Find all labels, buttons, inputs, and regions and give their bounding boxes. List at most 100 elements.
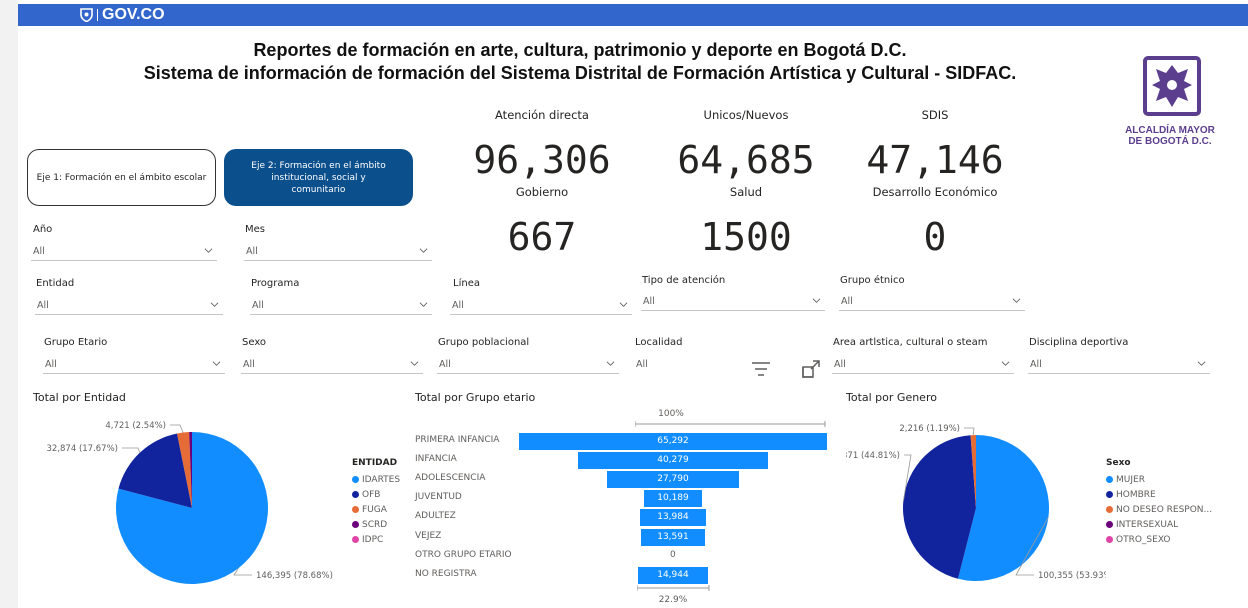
page-subtitle: Sistema de información de formación del … [143,63,1017,83]
filter-icon[interactable] [750,360,772,378]
funnel-row[interactable]: INFANCIA 40,279 [415,452,875,470]
funnel-row[interactable]: JUVENTUD 10,189 [415,490,875,508]
filter-mes-label: Mes [245,224,265,235]
legend-item[interactable]: OTRO_SEXO [1106,532,1212,547]
funnel-category-label: ADULTEZ [415,511,456,522]
funnel-top-pct: 100% [658,409,684,419]
filter-programa-value: All [252,300,264,311]
filter-tipo-label: Tipo de atención [642,275,726,286]
legend-item[interactable]: SCRD [352,517,400,532]
filter-linea-value: All [452,300,464,311]
filter-etario-select[interactable]: All [43,356,225,374]
legend-label: NO DESEO RESPON... [1116,504,1213,515]
filter-localidad-label: Localidad [635,337,683,348]
legend-item[interactable]: MUJER [1106,472,1212,487]
funnel-row[interactable]: OTRO GRUPO ETARIO 0 [415,548,875,566]
filter-etnico-label: Grupo étnico [840,275,905,286]
focus-mode-icon[interactable] [800,358,822,380]
filter-sexo-label: Sexo [242,337,267,348]
chevron-down-icon [210,302,219,307]
chevron-down-icon [606,361,615,366]
legend-item[interactable]: HOMBRE [1106,487,1212,502]
shield-icon [80,8,93,22]
chevron-down-icon [1197,361,1206,366]
legend-item[interactable]: FUGA [352,502,400,517]
eje-1-button[interactable]: Eje 1: Formación en el ámbito escolar [27,149,216,206]
filter-disciplina-select[interactable]: All [1028,356,1210,374]
legend-label: FUGA [362,504,387,515]
filter-disciplina-label: Disciplina deportiva [1029,337,1129,348]
etario-funnel-chart[interactable]: 100% PRIMERA INFANCIA 65,292 INFANCIA 40,27… [415,405,835,605]
filter-area-label: Area artlstica, cultural o steam [833,337,988,348]
funnel-category-label: NO REGISTRA [415,568,477,579]
filter-tipo-select[interactable]: All [641,293,825,311]
legend-dot-icon [1106,491,1113,498]
funnel-bar[interactable]: 14,944 [637,566,709,584]
legend-label: IDARTES [362,474,401,485]
legend-item[interactable]: IDARTES [352,472,400,487]
legend-dot-icon [352,476,359,483]
filter-programa-select[interactable]: All [250,297,432,315]
filter-linea-select[interactable]: All [450,297,632,315]
left-rail [0,0,18,608]
legend-item[interactable]: INTERSEXUAL [1106,517,1212,532]
legend-label: MUJER [1116,474,1145,485]
filter-etnico-select[interactable]: All [839,293,1025,311]
funnel-row[interactable]: ADOLESCENCIA 27,790 [415,471,875,489]
kpi-unicos-label: Unicos/Nuevos [703,108,789,122]
filter-area-select[interactable]: All [832,356,1014,374]
kpi-unicos-value: 64,685 [677,138,815,182]
funnel-bar[interactable]: 40,279 [577,452,768,470]
legend-item[interactable]: IDPC [352,532,400,547]
legend-label: INTERSEXUAL [1116,519,1179,530]
legend-item[interactable]: OFB [352,487,400,502]
genero-chart-title: Total por Genero [846,391,937,404]
filter-anio-select[interactable]: All [31,243,217,261]
filter-entidad-select[interactable]: All [35,297,223,315]
funnel-bar[interactable]: 13,984 [640,509,706,527]
gov-brand[interactable]: GOV.CO [80,5,165,25]
funnel-row[interactable]: ADULTEZ 13,984 [415,509,875,527]
legend-item[interactable]: NO DESEO RESPON... [1106,502,1212,517]
pie-leader-line [170,424,184,433]
funnel-row[interactable]: NO REGISTRA 14,944 [415,566,875,585]
funnel-row[interactable]: PRIMERA INFANCIA 65,292 [415,433,875,451]
filter-tipo-value: All [643,296,655,307]
funnel-top-bracket [635,421,826,427]
legend-dot-icon [352,521,359,528]
legend-label: OTRO_SEXO [1116,534,1171,545]
kpi-salud-value: 1500 [700,215,792,259]
pie-data-label: 32,874 (17.67%) [47,444,119,454]
filter-localidad-select[interactable]: All [634,356,754,374]
funnel-bar[interactable]: 27,790 [607,471,739,489]
filter-anio-value: All [33,246,45,257]
filter-sexo-select[interactable]: All [241,356,423,374]
genero-pie-chart[interactable]: 100,355 (53.93%) 83,371 (44.81%) 2,216 (1.… [846,410,1106,605]
eje-2-button[interactable]: Eje 2: Formación en el ámbito institucio… [224,149,413,206]
funnel-bar[interactable]: 10,189 [644,490,702,508]
filter-poblacional-select[interactable]: All [437,356,619,374]
filter-poblacional-label: Grupo poblacional [438,337,530,348]
funnel-row[interactable]: VEJEZ 13,591 [415,528,875,547]
legend-dot-icon [1106,521,1113,528]
alcaldia-logo: ALCALDÍA MAYOR DE BOGOTÁ D.C. [1120,55,1220,175]
kpi-desarrollo-value: 0 [923,215,947,259]
filter-mes-select[interactable]: All [244,243,432,261]
funnel-category-label: INFANCIA [415,454,457,465]
kpi-gobierno-value: 667 [507,215,577,259]
funnel-category-label: ADOLESCENCIA [415,473,486,484]
legend-dot-icon [352,506,359,513]
entidad-chart-title: Total por Entidad [33,391,126,404]
filter-disciplina-value: All [1030,359,1042,370]
bogota-crest-icon [1143,56,1201,116]
funnel-bar[interactable]: 13,591 [640,528,706,546]
kpi-atencion-value: 96,306 [473,138,611,182]
chevron-down-icon [419,248,428,253]
filter-linea-label: Línea [453,278,480,289]
entidad-legend-title: ENTIDAD [352,458,398,468]
filter-area-value: All [834,359,846,370]
funnel-bottom-pct: 22.9% [658,595,688,605]
gov-header-bar [18,4,1248,26]
funnel-bar[interactable]: 65,292 [519,433,827,450]
gov-brand-text: GOV.CO [102,6,165,23]
